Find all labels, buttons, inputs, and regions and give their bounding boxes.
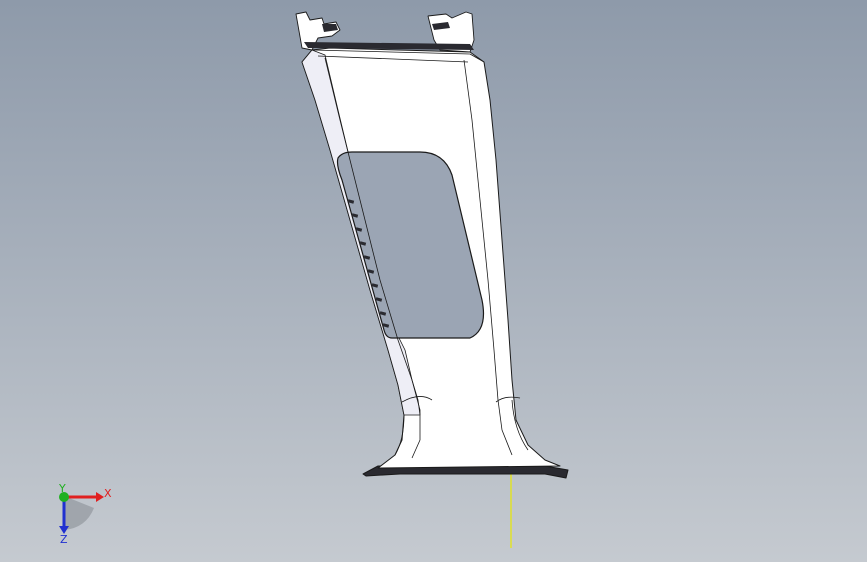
axis-triad[interactable] [59,492,104,534]
x-axis-arrowhead-icon [96,492,104,502]
axis-triad-shadow [64,496,94,530]
y-axis-label: Y [59,482,66,495]
graphics-viewport[interactable]: X Y Z [0,0,867,562]
z-axis-label: Z [60,533,68,546]
x-axis-label: X [104,487,112,500]
b-pillar-trim-panel[interactable] [295,11,569,479]
model-canvas[interactable] [0,0,867,562]
